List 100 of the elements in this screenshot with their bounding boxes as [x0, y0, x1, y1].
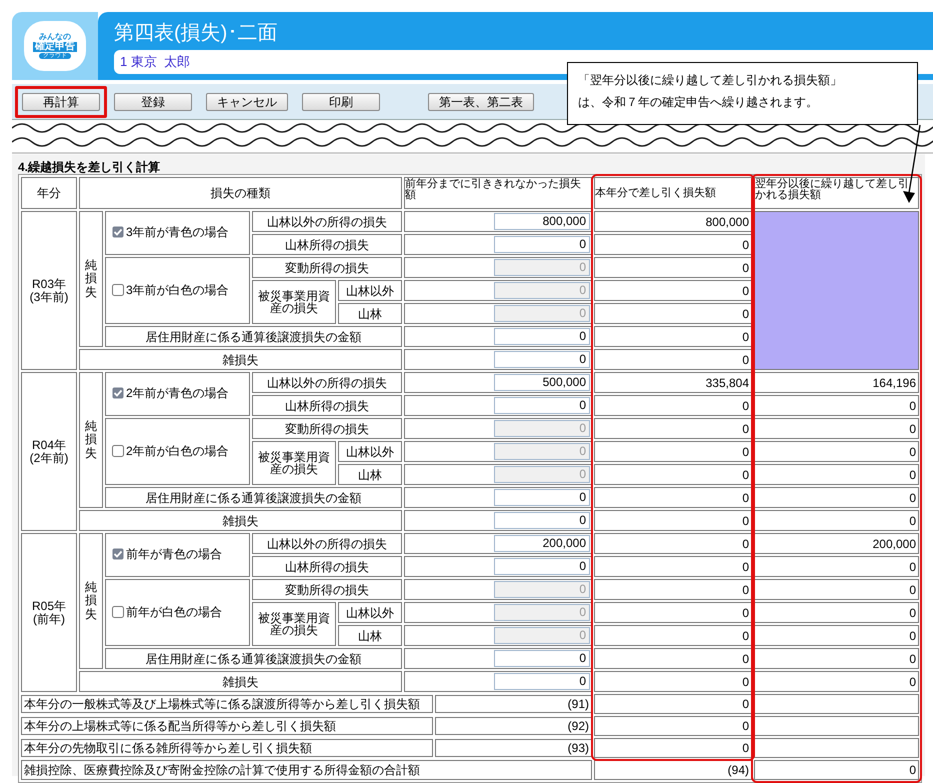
table-cell: 0 [754, 760, 919, 780]
table-cell: 0 [594, 579, 752, 600]
table-cell: 0 [594, 441, 752, 462]
amount-field[interactable]: 800,000 [494, 213, 590, 230]
amount-field[interactable]: 0 [494, 328, 590, 345]
row-label: 山林所得の損失 [252, 234, 402, 255]
checkbox-label: 前年が白色の場合 [126, 604, 222, 620]
row-label: 雑損控除、医療費控除及び寄附金控除の計算で使用する所得金額の合計額 [21, 760, 592, 780]
toolbar-button[interactable]: キャンセル [206, 92, 288, 110]
column-header: 翌年分以後に繰り越して差し引かれる損失額 [754, 177, 919, 209]
table-cell: 0 [594, 326, 752, 347]
row-label: 山林以外の所得の損失 [252, 372, 402, 393]
column-header: 前年分までに引ききれなかった損失額 [404, 177, 592, 209]
amount-field[interactable]: 0 [494, 489, 590, 506]
form-title: 第四表(損失)･二面 [114, 21, 278, 46]
amount-field[interactable]: 200,000 [494, 535, 590, 552]
table-cell: 0 [594, 395, 752, 416]
row-label: 居住用財産に係る通算後譲渡損失の金額 [105, 487, 402, 508]
table-cell: 0 [754, 579, 919, 600]
table-cell: 0 [594, 303, 752, 324]
table-cell: 0 [754, 625, 919, 646]
row-label: 山林所得の損失 [252, 395, 402, 416]
table-cell: 0 [594, 349, 752, 370]
table-cell: 0 [754, 602, 919, 623]
toolbar-button[interactable]: 再計算 [22, 92, 100, 110]
checkbox-label: 3年前が青色の場合 [126, 224, 229, 241]
year-label: R03年 (3年前) [21, 211, 77, 370]
row-label: 変動所得の損失 [252, 579, 402, 600]
callout-text: 「翌年分以後に繰り越して差し引かれる損失額」 [578, 72, 843, 89]
checkbox-label: 前年が青色の場合 [126, 546, 222, 563]
table-cell: 200,000 [754, 533, 919, 554]
row-label: 本年分の先物取引に係る雑所得等から差し引く損失額 [21, 739, 433, 757]
table-cell: 0 [594, 487, 752, 508]
row-label: 山林以外の所得の損失 [252, 533, 402, 554]
table-cell: 0 [594, 602, 752, 623]
table-cell: 0 [594, 625, 752, 646]
toolbar-button[interactable]: 印刷 [302, 92, 380, 110]
row-label: 山林 [338, 464, 402, 485]
toolbar-button[interactable]: 第一表、第二表 [428, 92, 534, 110]
table-cell: 0 [594, 234, 752, 255]
table-cell: 0 [594, 533, 752, 554]
row-label: 被災事業用資産の損失 [252, 602, 336, 646]
table-cell: 164,196 [754, 372, 919, 393]
amount-field[interactable]: 0 [494, 558, 590, 575]
table-cell: 0 [754, 671, 919, 692]
row-label: 山林 [338, 625, 402, 646]
row-label: 山林以外 [338, 280, 402, 301]
row-label: 雑損失 [79, 671, 402, 692]
table-cell: 0 [754, 464, 919, 485]
table-cell: 0 [754, 487, 919, 508]
table-cell: 0 [594, 257, 752, 278]
table-cell: 0 [594, 556, 752, 577]
table-cell: 0 [594, 738, 752, 758]
column-header: 本年分で差し引く損失額 [594, 177, 752, 209]
row-label: 純損失 [79, 211, 103, 347]
year-label: R05年 (前年) [21, 533, 77, 692]
table-cell: 0 [594, 464, 752, 485]
column-header: 年分 [21, 177, 77, 209]
line-number: (92) [435, 717, 592, 735]
table-cell: 335,804 [594, 372, 752, 393]
checkbox-label: 2年前が青色の場合 [126, 385, 229, 402]
table-cell: 0 [754, 441, 919, 462]
toolbar-button[interactable]: 登録 [114, 92, 192, 110]
row-label: 純損失 [79, 533, 103, 669]
row-label: 本年分の一般株式等及び上場株式等に係る譲渡所得等から差し引く損失額 [21, 695, 433, 713]
table-cell: 0 [754, 556, 919, 577]
checkbox-label: 3年前が白色の場合 [126, 282, 229, 298]
row-label: 変動所得の損失 [252, 418, 402, 439]
line-number: (91) [435, 695, 592, 713]
row-label: 雑損失 [79, 349, 402, 370]
callout-text: は、令和７年の確定申告へ繰り越されます。 [578, 94, 819, 111]
checkbox-label: 2年前が白色の場合 [126, 442, 229, 460]
row-label: 被災事業用資産の損失 [252, 441, 336, 485]
table-cell: 0 [594, 671, 752, 692]
table-cell: 0 [754, 418, 919, 439]
amount-field[interactable]: 0 [494, 650, 590, 667]
row-label: 雑損失 [79, 510, 402, 531]
table-cell: 0 [594, 510, 752, 531]
row-label: 被災事業用資産の損失 [252, 280, 336, 324]
amount-field[interactable]: 0 [494, 236, 590, 253]
row-label: 純損失 [79, 372, 103, 508]
amount-field[interactable]: 0 [494, 512, 590, 529]
table-cell: 0 [594, 694, 752, 714]
row-label: 居住用財産に係る通算後譲渡損失の金額 [105, 326, 402, 347]
amount-field[interactable]: 0 [494, 351, 590, 368]
row-label: 居住用財産に係る通算後譲渡損失の金額 [105, 648, 402, 669]
table-cell: 800,000 [594, 211, 752, 232]
table-cell: 0 [594, 648, 752, 669]
amount-field[interactable]: 0 [494, 673, 590, 690]
table-cell: 0 [754, 510, 919, 531]
row-label: 山林以外の所得の損失 [252, 211, 402, 232]
column-header: 損失の種類 [79, 177, 402, 209]
amount-field[interactable]: 0 [494, 397, 590, 414]
amount-field[interactable]: 500,000 [494, 374, 590, 391]
row-label: 山林以外 [338, 602, 402, 623]
year-label: R04年 (2年前) [21, 372, 77, 531]
table-cell: 0 [594, 418, 752, 439]
line-number: (94) [594, 760, 752, 780]
line-number: (93) [435, 739, 592, 757]
table-cell: 0 [754, 395, 919, 416]
